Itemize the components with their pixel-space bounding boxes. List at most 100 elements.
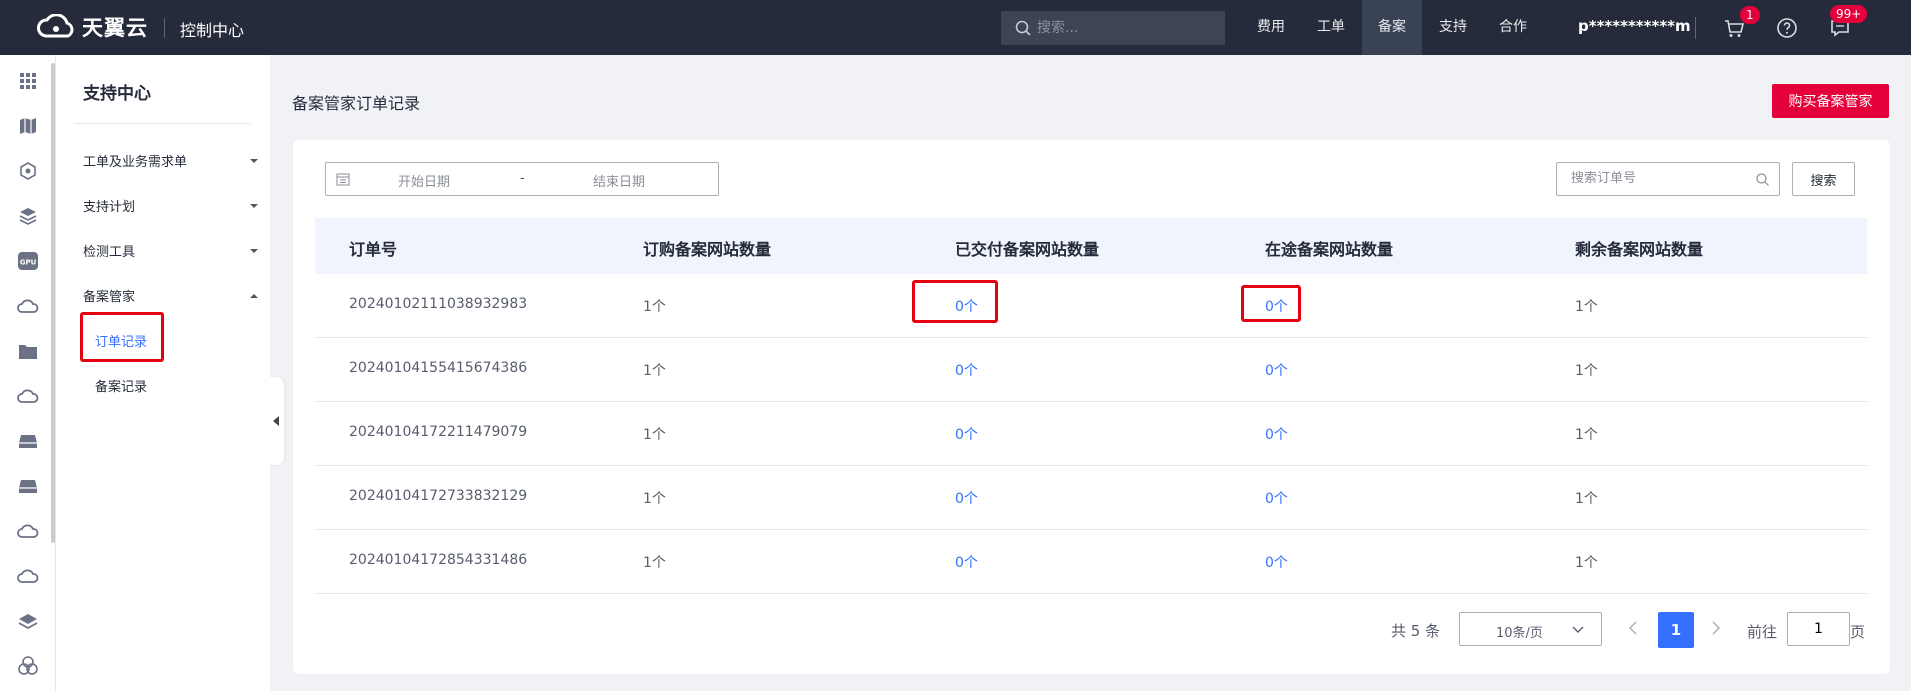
layers-icon[interactable] xyxy=(17,205,39,227)
page-size-select[interactable]: 10条/页 xyxy=(1459,612,1602,646)
console-link[interactable]: 控制中心 xyxy=(180,17,244,41)
chevron-down-icon xyxy=(1572,626,1584,633)
column-header: 订购备案网站数量 xyxy=(643,240,772,259)
page-title: 备案管家订单记录 xyxy=(292,94,421,113)
gpu-label: GPU xyxy=(20,259,37,267)
cloud-icon[interactable] xyxy=(17,565,39,587)
goto-page-input[interactable] xyxy=(1787,612,1850,646)
clover-icon[interactable] xyxy=(17,655,39,677)
cloud-icon[interactable] xyxy=(17,385,39,407)
order-search-input[interactable] xyxy=(1571,171,1741,186)
map-icon[interactable] xyxy=(17,115,39,137)
help-icon[interactable] xyxy=(1775,16,1799,40)
order-number: 20240104172854331486 xyxy=(349,552,528,568)
column-header: 订单号 xyxy=(349,240,398,259)
server-icon[interactable] xyxy=(17,430,39,452)
stack-icon[interactable] xyxy=(17,610,39,632)
remaining-count: 1个 xyxy=(1575,555,1598,571)
order-search-box xyxy=(1556,162,1780,196)
sidebar-item-filing-records[interactable]: 备案记录 xyxy=(95,376,147,395)
sidebar-item-filing-manager[interactable]: 备案管家 xyxy=(83,286,258,305)
in-transit-count-link[interactable]: 0个 xyxy=(1265,488,1288,508)
end-date-field[interactable]: 结束日期 xyxy=(593,171,645,190)
table-row: 20240104172211479079 1个 0个 0个 1个 xyxy=(315,402,1867,466)
table-row: 20240104155415674386 1个 0个 0个 1个 xyxy=(315,338,1867,402)
start-date-field[interactable]: 开始日期 xyxy=(398,171,450,190)
cart-badge: 1 xyxy=(1740,6,1760,24)
highlight-box xyxy=(1241,285,1301,322)
page-size-value: 10条/页 xyxy=(1496,626,1543,641)
date-separator: - xyxy=(520,171,525,186)
brand-logo[interactable]: 天翼云 xyxy=(36,12,148,42)
remaining-count: 1个 xyxy=(1575,491,1598,507)
user-account[interactable]: p***********m xyxy=(1578,17,1691,35)
table-row: 20240104172733832129 1个 0个 0个 1个 xyxy=(315,466,1867,530)
date-range-picker[interactable]: 开始日期 - 结束日期 xyxy=(325,162,719,196)
search-button[interactable]: 搜索 xyxy=(1792,162,1855,196)
order-number: 20240104172211479079 xyxy=(349,424,528,440)
remaining-count: 1个 xyxy=(1575,427,1598,443)
grid-icon[interactable] xyxy=(17,70,39,92)
ordered-count: 1个 xyxy=(643,555,666,571)
nav-partner[interactable]: 合作 xyxy=(1488,0,1538,55)
server-icon[interactable] xyxy=(17,475,39,497)
delivered-count-link[interactable]: 0个 xyxy=(955,360,978,380)
sidebar-divider xyxy=(74,123,250,124)
logo-divider xyxy=(164,18,165,38)
remaining-count: 1个 xyxy=(1575,363,1598,379)
sidebar-item-tickets[interactable]: 工单及业务需求单 xyxy=(83,151,258,170)
rail-scrollbar[interactable] xyxy=(51,63,55,543)
cube-network-icon[interactable] xyxy=(17,160,39,182)
chevron-left-icon xyxy=(273,416,279,426)
cloud-icon[interactable] xyxy=(17,520,39,542)
product-icon-rail: GPU xyxy=(0,55,56,691)
total-count: 共 5 条 xyxy=(1391,622,1441,640)
delivered-count-link[interactable]: 0个 xyxy=(955,488,978,508)
delivered-count-link[interactable]: 0个 xyxy=(955,552,978,572)
ordered-count: 1个 xyxy=(643,427,666,443)
buy-filing-manager-button[interactable]: 购买备案管家 xyxy=(1772,84,1889,118)
gpu-icon[interactable]: GPU xyxy=(17,250,39,272)
search-icon[interactable] xyxy=(1756,173,1769,186)
ordered-count: 1个 xyxy=(643,491,666,507)
sidebar-item-label: 工单及业务需求单 xyxy=(83,155,188,170)
nav-filing[interactable]: 备案 xyxy=(1362,0,1422,55)
in-transit-count-link[interactable]: 0个 xyxy=(1265,552,1288,572)
column-header: 剩余备案网站数量 xyxy=(1575,240,1704,259)
page-number-current[interactable]: 1 xyxy=(1658,612,1694,648)
chevron-down-icon xyxy=(250,248,258,253)
column-header: 在途备案网站数量 xyxy=(1265,240,1394,259)
delivered-count-link[interactable]: 0个 xyxy=(955,424,978,444)
goto-suffix: 页 xyxy=(1850,623,1866,641)
brand-name: 天翼云 xyxy=(82,16,148,40)
sidebar-item-detection-tools[interactable]: 检测工具 xyxy=(83,241,258,260)
folder-icon[interactable] xyxy=(17,340,39,362)
in-transit-count-link[interactable]: 0个 xyxy=(1265,424,1288,444)
sidebar-item-support-plan[interactable]: 支持计划 xyxy=(83,196,258,215)
order-number: 20240104155415674386 xyxy=(349,360,528,376)
sidebar-item-label: 备案管家 xyxy=(83,290,136,305)
ordered-count: 1个 xyxy=(643,299,666,315)
highlight-box xyxy=(912,280,998,323)
nav-tickets[interactable]: 工单 xyxy=(1306,0,1356,55)
chevron-up-icon xyxy=(250,293,258,298)
cloud-icon[interactable] xyxy=(17,295,39,317)
sidebar-item-label: 检测工具 xyxy=(83,245,136,260)
nav-support[interactable]: 支持 xyxy=(1428,0,1478,55)
sidebar: 支持中心 工单及业务需求单 支持计划 检测工具 备案管家 订单记录 备案记录 xyxy=(56,55,270,691)
nav-divider xyxy=(1695,17,1696,39)
calendar-icon xyxy=(336,173,350,186)
goto-label: 前往 xyxy=(1747,623,1778,641)
global-search[interactable] xyxy=(1001,11,1225,45)
sidebar-item-label: 支持计划 xyxy=(83,200,136,215)
sidebar-collapse-toggle[interactable] xyxy=(268,377,284,465)
nav-billing[interactable]: 费用 xyxy=(1246,0,1296,55)
pagination: 共 5 条 10条/页 1 前往 页 xyxy=(293,612,1890,648)
global-search-input[interactable] xyxy=(1037,20,1217,36)
ordered-count: 1个 xyxy=(643,363,666,379)
order-records-card: 开始日期 - 结束日期 搜索 订单号 订购备案网站数量 已交付备案网站数量 在途… xyxy=(293,140,1890,674)
in-transit-count-link[interactable]: 0个 xyxy=(1265,360,1288,380)
prev-page-icon[interactable] xyxy=(1626,620,1640,636)
search-icon xyxy=(1015,20,1031,36)
next-page-icon[interactable] xyxy=(1709,620,1723,636)
